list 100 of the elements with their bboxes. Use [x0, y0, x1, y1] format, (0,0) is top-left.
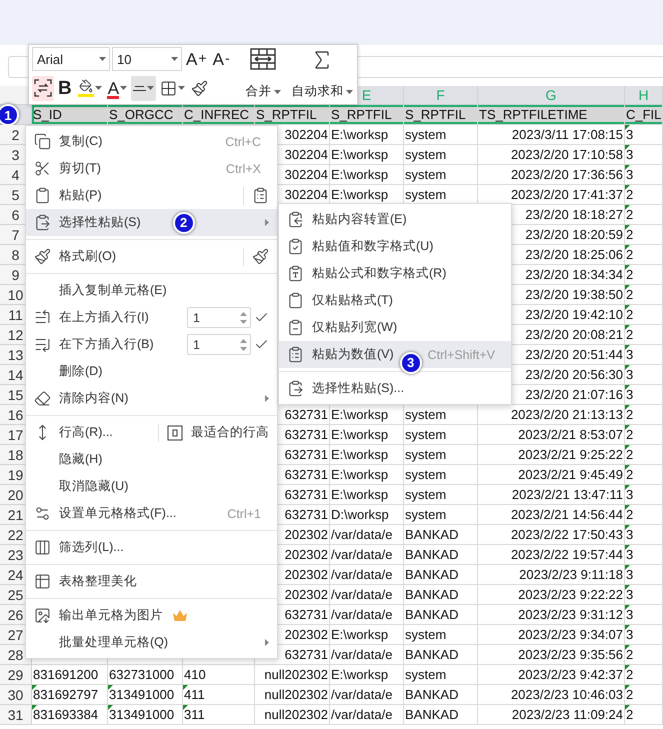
cell-text: 3 [626, 127, 634, 142]
cell-text: /var/data/e [331, 647, 392, 662]
cell-text: 2023/2/23 9:11:18 [519, 567, 623, 582]
cell-text: BANKAD [405, 647, 458, 662]
cell-text: system [405, 407, 446, 422]
cell-text: E:\worksp [331, 407, 388, 422]
cell-text: system [405, 467, 446, 482]
cell-text: 632731 [284, 447, 328, 462]
cell-text: /var/data/e [331, 687, 392, 702]
cell-text: 2023/2/22 17:50:43 [510, 527, 623, 542]
cell-text: 2 [626, 327, 634, 342]
cell-text: 23/2/20 20:51:44 [525, 347, 623, 362]
cell-text: null202302 [264, 667, 328, 682]
cell-text: 23/2/20 18:20:59 [525, 227, 623, 242]
cell-text: 2 [626, 407, 634, 422]
cell-text: 2 [626, 447, 634, 462]
cell-text: 2 [626, 307, 634, 322]
cell-text: 411 [184, 687, 205, 702]
cell-text: C_FIL [626, 107, 662, 122]
cell-text: 2023/2/21 9:25:22 [518, 447, 623, 462]
cell-text: 313491000 [109, 707, 174, 722]
cell-text: 2 [626, 707, 634, 722]
shortcut-text: Ctrl+Shift+V [428, 348, 495, 362]
cell-text: /var/data/e [331, 567, 392, 582]
cell-text: 2 [626, 247, 634, 262]
cell-text: E:\worksp [331, 127, 388, 142]
cell-text: system [405, 627, 446, 642]
cell-text: /var/data/e [331, 527, 392, 542]
cell-text: 2023/2/21 9:45:49 [518, 467, 623, 482]
cell-text: 632731000 [109, 667, 174, 682]
callout-marker: 3 [400, 352, 422, 374]
cell-text: 2023/2/21 14:56:44 [510, 507, 623, 522]
cell-text: 302204 [284, 127, 328, 142]
cell-text: 2 [626, 427, 634, 442]
cell-text: 202302 [284, 547, 328, 562]
cell-text: S_RPTFIL [331, 107, 392, 122]
cell-text: E:\worksp [331, 187, 388, 202]
cell-text: 2 [626, 507, 634, 522]
cell-text: 3 [626, 487, 634, 502]
cell-text: 302204 [284, 147, 328, 162]
cell-text: 632731 [284, 487, 328, 502]
cell-text: 632731 [284, 607, 328, 622]
cell-text: 632731 [284, 427, 328, 442]
cell-text: 3 [626, 147, 634, 162]
cell-text: 2 [626, 667, 634, 682]
cell-text: 3 [626, 527, 634, 542]
cell-text: system [405, 147, 446, 162]
cell-text: system [405, 487, 446, 502]
cell-text: system [405, 667, 446, 682]
cell-text: 2 [626, 287, 634, 302]
cell-text: 302204 [284, 167, 328, 182]
cell-text: 2023/2/23 9:42:37 [518, 667, 623, 682]
cell-text: 3 [626, 607, 634, 622]
cell-text: /var/data/e [331, 587, 392, 602]
cell-text: 3 [626, 367, 634, 382]
cell-text: 23/2/20 18:34:34 [525, 267, 623, 282]
cell-text: 23/2/20 21:07:16 [525, 387, 623, 402]
cell-text: 2023/2/20 17:36:56 [510, 167, 623, 182]
cell-text: /var/data/e [331, 547, 392, 562]
callout-marker: 2 [172, 212, 195, 234]
cell-text: 2023/2/23 10:46:03 [510, 687, 623, 702]
cell-text: 831692797 [33, 687, 98, 702]
cell-text: 831691200 [33, 667, 98, 682]
cell-text: 2 [626, 687, 634, 702]
cell-text: E:\worksp [331, 427, 388, 442]
cell-text: 2 [626, 187, 634, 202]
cell-text: E:\worksp [331, 487, 388, 502]
cell-text: 23/2/20 18:25:06 [525, 247, 623, 262]
cell-text: 2023/2/20 17:10:58 [510, 147, 623, 162]
cell-text: 2023/2/23 9:22:22 [518, 587, 623, 602]
cell-text: E:\worksp [331, 467, 388, 482]
cell-text: 311 [184, 707, 205, 722]
cell-text: 2023/2/20 17:41:37 [510, 187, 623, 202]
shortcut-text: Ctrl+X [226, 162, 261, 176]
cell-text: 632731 [284, 407, 328, 422]
cell-text: null202302 [264, 687, 328, 702]
cell-text: BANKAD [405, 707, 458, 722]
cell-text: /var/data/e [331, 707, 392, 722]
cell-text: 2023/2/23 9:34:07 [518, 627, 623, 642]
cell-text: 410 [184, 667, 206, 682]
cell-text: 23/2/20 20:56:30 [525, 367, 623, 382]
cell-text: 2023/2/21 8:53:07 [518, 427, 623, 442]
cell-text: BANKAD [405, 527, 458, 542]
cell-text: system [405, 167, 446, 182]
cell-text: S_ORGCC [109, 107, 174, 122]
cell-text: 3 [626, 387, 634, 402]
cell-text: 3 [626, 547, 634, 562]
cell-text: /var/data/e [331, 607, 392, 622]
cell-text: 2023/2/20 21:13:13 [510, 407, 623, 422]
cell-text: 2 [626, 227, 634, 242]
cell-text: 202302 [284, 527, 328, 542]
cell-text: 2023/2/23 9:31:12 [518, 607, 623, 622]
cell-text: E:\worksp [331, 627, 388, 642]
cell-text: 3 [626, 347, 634, 362]
cell-text: 831693384 [33, 707, 98, 722]
cell-text: 2023/2/22 19:57:44 [510, 547, 623, 562]
cell-text: 632731 [284, 507, 328, 522]
cell-text: 23/2/20 18:18:27 [525, 207, 623, 222]
cell-text: 313491000 [109, 687, 174, 702]
cell-text: 2023/2/23 9:35:56 [518, 647, 623, 662]
